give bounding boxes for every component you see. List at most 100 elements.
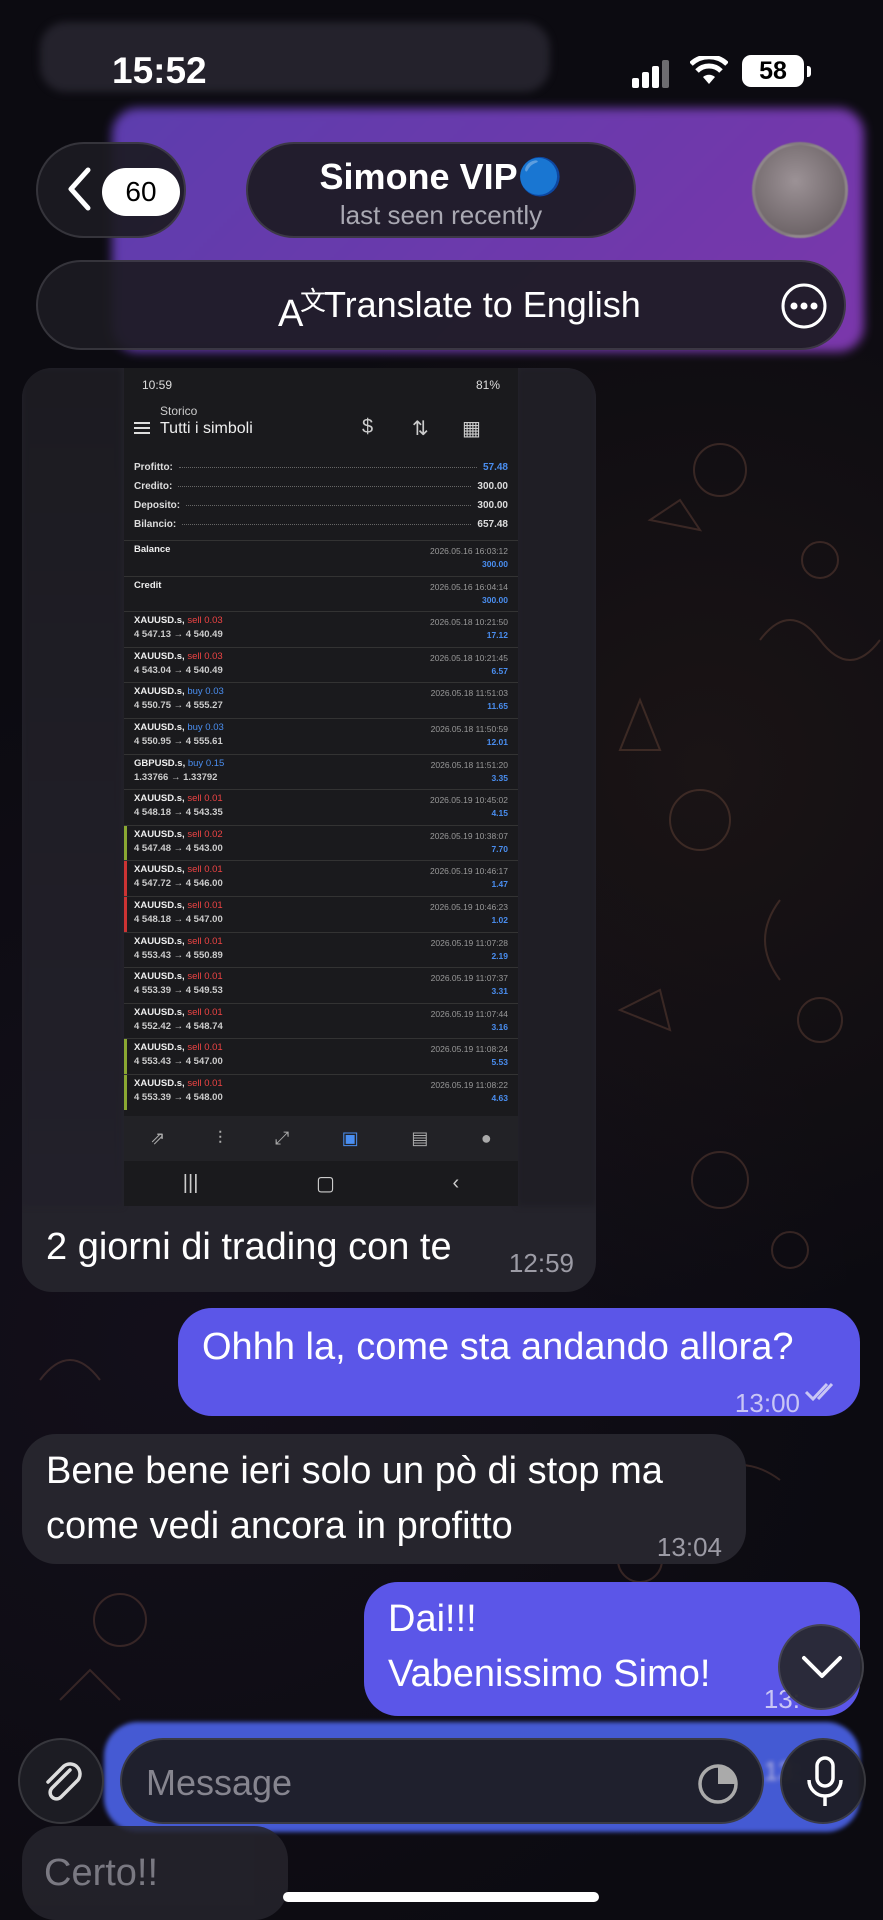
- trade-row: XAUUSD.s, sell 0.01 4 553.39 → 4 548.00 20…: [124, 1073, 518, 1110]
- trade-date: 2026.05.19 11:08:24: [430, 1044, 508, 1055]
- trade-date: 2026.05.19 11:07:44: [430, 1008, 508, 1019]
- trade-symbol: XAUUSD.s,: [134, 935, 185, 947]
- trade-price: 4 547.72 → 4 546.00: [134, 878, 223, 890]
- trade-profit: 12.01: [486, 736, 508, 747]
- trade-profit: 4.63: [491, 1092, 508, 1103]
- leader-dots: [186, 505, 472, 506]
- chevron-down-icon: [802, 1656, 842, 1678]
- home-icon: ▢: [316, 1173, 335, 1195]
- screenshot-nav: ⇗ ⫶ ⤢ ▣ ▤ ●: [124, 1116, 518, 1161]
- trade-row: XAUUSD.s, sell 0.01 4 548.18 → 4 547.00 20…: [124, 895, 518, 932]
- trade-side: buy 0.03: [187, 721, 224, 733]
- trade-price: 4 547.13 → 4 540.49: [134, 629, 223, 641]
- incoming-message: Certo!!: [22, 1826, 288, 1920]
- currency-icon: $: [362, 416, 374, 438]
- double-check-icon: [804, 1382, 834, 1402]
- voice-record-button[interactable]: [780, 1738, 866, 1824]
- last-seen-status: last seen recently: [339, 200, 543, 230]
- attach-button[interactable]: [18, 1738, 104, 1824]
- trade-side: sell 0.03: [187, 615, 223, 627]
- trade-row: Balance 2026.05.16 16:03:12 300.00: [124, 540, 518, 576]
- trade-symbol: XAUUSD.s,: [134, 1042, 185, 1054]
- trade-date: 2026.05.19 10:46:23: [430, 901, 508, 912]
- trade-profit: 300.00: [482, 559, 508, 569]
- trade-date: 2026.05.19 10:46:17: [430, 866, 508, 877]
- photo-message[interactable]: 10:59 81% Storico Tutti i simboli $ ⇅ ▦ P…: [22, 368, 596, 1292]
- trade-row: XAUUSD.s, sell 0.01 4 547.72 → 4 546.00 20…: [124, 860, 518, 896]
- outgoing-message[interactable]: Ohhh la, come sta andando allora? 13:00: [178, 1308, 860, 1418]
- summary-value: 300.00: [477, 481, 508, 492]
- trading-screenshot: 10:59 81% Storico Tutti i simboli $ ⇅ ▦ P…: [124, 368, 518, 1206]
- chat-icon: ●: [480, 1128, 492, 1148]
- trade-list: Balance 2026.05.16 16:03:12 300.00 Credit …: [124, 540, 518, 1110]
- avatar[interactable]: [752, 142, 848, 238]
- menu-icon: [134, 422, 150, 434]
- trade-profit: 3.31: [491, 986, 508, 997]
- message-time: 13:04: [656, 1532, 722, 1562]
- trade-symbol: XAUUSD.s,: [134, 864, 185, 876]
- translate-icon: A文: [278, 287, 326, 334]
- history-icon: ▣: [341, 1128, 359, 1148]
- sticker-icon[interactable]: [696, 1762, 740, 1806]
- trade-symbol: XAUUSD.s,: [134, 686, 185, 698]
- trade-date: 2026.05.19 10:38:07: [430, 830, 508, 841]
- status-bar: 15:52 58: [0, 0, 883, 140]
- screenshot-system-bar: ||| ▢ ‹: [124, 1161, 518, 1206]
- trade-date: 2026.05.19 11:07:28: [430, 937, 508, 948]
- chat-title[interactable]: Simone VIP🔵 last seen recently: [246, 142, 636, 238]
- trade-row: XAUUSD.s, sell 0.01 4 548.18 → 4 543.35 20…: [124, 789, 518, 825]
- leader-dots: [178, 486, 472, 487]
- summary-row: Bilancio: 657.48: [134, 515, 508, 534]
- trade-symbol: XAUUSD.s,: [134, 899, 185, 911]
- blurred-photo-edge: [22, 368, 122, 1206]
- trade-symbol: Credit: [134, 579, 162, 591]
- summary-key: Deposito:: [134, 500, 181, 511]
- trade-profit: 2.19: [491, 950, 508, 961]
- back-button[interactable]: 60: [36, 142, 186, 238]
- photo-caption: 2 giorni di trading con te: [46, 1226, 452, 1268]
- translate-bar[interactable]: A文 Translate to English: [36, 260, 846, 350]
- trade-row: XAUUSD.s, sell 0.01 4 553.39 → 4 549.53 20…: [124, 967, 518, 1003]
- translate-label: Translate to English: [324, 284, 641, 325]
- summary-key: Profitto:: [134, 462, 173, 473]
- screenshot-breadcrumb: Storico: [160, 404, 198, 418]
- trade-date: 2026.05.19 10:45:02: [430, 795, 508, 806]
- trade-date: 2026.05.16 16:04:14: [430, 581, 508, 592]
- trade-price: 4 553.39 → 4 548.00: [134, 1091, 223, 1103]
- trade-marker: [124, 896, 127, 932]
- message-input[interactable]: Message: [120, 1738, 764, 1824]
- trade-row: GBPUSD.s, buy 0.15 1.33766 → 1.33792 2026.…: [124, 753, 518, 790]
- trade-row: XAUUSD.s, sell 0.03 4 543.04 → 4 540.49 20…: [124, 646, 518, 683]
- trade-side: sell 0.01: [187, 899, 223, 911]
- trade-side: sell 0.01: [187, 971, 223, 983]
- message-text-line: Bene bene ieri solo un pò di stop ma: [46, 1450, 663, 1492]
- trade-date: 2026.05.18 10:21:45: [430, 652, 508, 663]
- sort-icon: ⇅: [412, 418, 429, 440]
- trade-row: XAUUSD.s, sell 0.01 4 552.42 → 4 548.74 20…: [124, 1002, 518, 1039]
- trade-profit: 1.47: [491, 879, 508, 890]
- trade-marker: [124, 861, 127, 896]
- trade-symbol: Balance: [134, 544, 171, 555]
- calendar-icon: ▦: [462, 418, 481, 440]
- message-time: 12:59: [508, 1248, 574, 1278]
- chevron-left-icon: [68, 167, 91, 211]
- trade-row: XAUUSD.s, sell 0.02 4 547.48 → 4 543.00 20…: [124, 824, 518, 861]
- trade-profit: 17.12: [486, 630, 508, 641]
- incoming-message[interactable]: Bene bene ieri solo un pò di stop ma com…: [22, 1434, 746, 1564]
- chart-icon: ⫶: [217, 1128, 223, 1148]
- trade-date: 2026.05.16 16:03:12: [430, 546, 508, 556]
- trade-marker: [124, 1039, 127, 1074]
- more-icon[interactable]: [780, 282, 828, 330]
- trade-date: 2026.05.18 11:51:20: [430, 759, 508, 770]
- scroll-down-button[interactable]: [778, 1624, 864, 1710]
- home-indicator: [283, 1892, 599, 1902]
- summary-list: Profitto: 57.48 Credito: 300.00 Deposito: 300…: [124, 452, 518, 534]
- trade-date: 2026.05.18 11:50:59: [430, 723, 508, 734]
- trade-side: sell 0.01: [187, 1042, 223, 1054]
- message-text-line: come vedi ancora in profitto: [46, 1505, 513, 1547]
- trade-price: 4 550.75 → 4 555.27: [134, 700, 223, 712]
- blurred-photo-edge: [518, 368, 596, 1206]
- trade-side: buy 0.03: [187, 686, 224, 698]
- trade-price: 4 553.43 → 4 550.89: [134, 949, 223, 961]
- summary-row: Deposito: 300.00: [134, 496, 508, 515]
